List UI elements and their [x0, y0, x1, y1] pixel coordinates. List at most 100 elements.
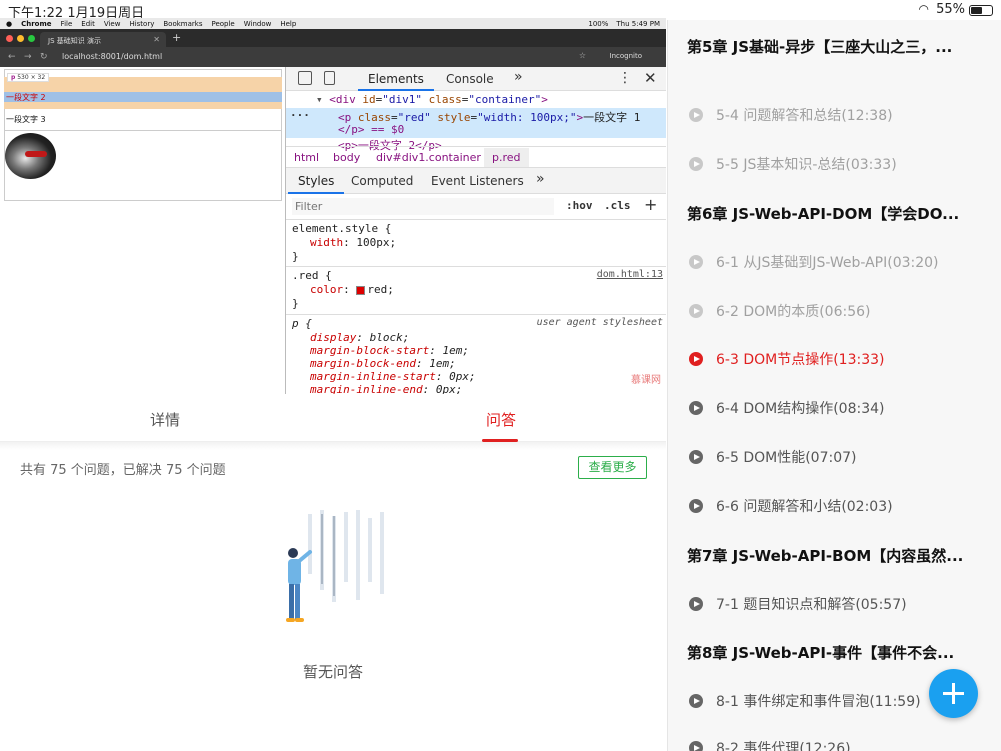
- video-player[interactable]: ● Chrome File Edit View History Bookmark…: [0, 18, 666, 394]
- forward-icon: →: [24, 52, 32, 62]
- play-icon: [689, 401, 703, 415]
- watermark-logo: 慕课网: [631, 375, 661, 386]
- menu-people: People: [211, 19, 235, 28]
- tab-detail[interactable]: 详情: [150, 409, 180, 430]
- device-toggle-icon: [324, 71, 335, 85]
- lesson-5-5[interactable]: 5-5 JS基本知识-总结(03:33): [689, 154, 897, 174]
- chapter-8-title[interactable]: 第8章 JS-Web-API-事件【事件不会...: [687, 642, 954, 663]
- crumb-html: html: [294, 151, 320, 164]
- crumb-p-red: p.red: [484, 148, 529, 167]
- lesson-8-1[interactable]: 8-1 事件绑定和事件冒泡(11:59): [689, 691, 921, 711]
- play-icon: [689, 694, 703, 708]
- close-devtools-icon: ✕: [644, 69, 657, 87]
- mac-clock: Thu 5:49 PM: [616, 19, 660, 28]
- car-image: [5, 133, 56, 179]
- play-icon: [689, 352, 703, 366]
- hover-size: 530 × 32: [17, 74, 46, 81]
- view-more-button[interactable]: 查看更多: [578, 456, 647, 479]
- battery-percent: 55%: [936, 2, 965, 17]
- rule-element-style: element.style { width: 100px; }: [286, 221, 666, 267]
- chapter-5-title[interactable]: 第5章 JS基础-异步【三座大山之三，...: [687, 36, 952, 57]
- kebab-menu-icon: ⋮: [618, 70, 632, 86]
- divider: [4, 130, 282, 131]
- close-tab-icon: ✕: [153, 35, 160, 44]
- lesson-7-1[interactable]: 7-1 题目知识点和解答(05:57): [689, 594, 907, 614]
- element-hover-label: p 530 × 32: [7, 73, 50, 82]
- rule-source-link: dom.html:13: [596, 269, 663, 280]
- new-rule-icon: +: [644, 195, 658, 214]
- styles-tabbar: Styles Computed Event Listeners »: [286, 168, 666, 194]
- chapter-6-title[interactable]: 第6章 JS-Web-API-DOM【学会DO...: [687, 203, 959, 224]
- lesson-5-4[interactable]: 5-4 问题解答和总结(12:38): [689, 105, 893, 125]
- tab-event-listeners: Event Listeners: [431, 174, 524, 188]
- dom-line-close: </p> == $0: [338, 123, 405, 136]
- mac-battery: 100%: [588, 19, 609, 28]
- close-window-icon: [6, 35, 13, 42]
- paragraph-3-text: 一段文字 3: [6, 115, 46, 124]
- menu-history: History: [129, 19, 155, 28]
- cls-toggle: .cls: [604, 199, 631, 212]
- minimize-window-icon: [17, 35, 24, 42]
- menu-bookmarks: Bookmarks: [163, 19, 203, 28]
- qa-summary: 共有 75 个问题，已解决 75 个问题: [20, 463, 226, 478]
- tab-computed: Computed: [351, 174, 414, 188]
- dom-line-div: ▾ <div id="div1" class="container">: [316, 93, 548, 106]
- address-bar: localhost:8001/dom.html: [62, 52, 163, 61]
- play-icon: [689, 741, 703, 751]
- apple-icon: ●: [6, 19, 13, 28]
- browser-toolbar: ← → ↻ localhost:8001/dom.html ☆ Incognit…: [0, 47, 666, 67]
- new-tab-icon: +: [172, 31, 182, 44]
- rule-user-agent: p { user agent stylesheet display: block…: [292, 317, 663, 394]
- devtools-tabbar: Elements Console » ⋮ ✕: [286, 67, 666, 91]
- crumb-body: body: [333, 151, 361, 164]
- more-panels-icon: »: [536, 171, 545, 187]
- tab-qa[interactable]: 问答: [486, 409, 516, 430]
- mac-menubar: ● Chrome File Edit View History Bookmark…: [0, 18, 666, 29]
- maximize-window-icon: [28, 35, 35, 42]
- reload-icon: ↻: [40, 52, 48, 62]
- rule-red: .red { dom.html:13 color: red; }: [286, 267, 666, 315]
- tab-title: JS 基础知识 演示: [48, 37, 101, 45]
- browser-tab: JS 基础知识 演示 ✕: [40, 32, 166, 47]
- menu-file: File: [60, 19, 73, 28]
- play-icon: [689, 499, 703, 513]
- back-icon: ←: [8, 52, 16, 62]
- inspect-icon: [298, 71, 312, 85]
- lesson-6-5[interactable]: 6-5 DOM性能(07:07): [689, 447, 856, 467]
- menu-edit: Edit: [81, 19, 95, 28]
- content-tabs: 详情 问答: [0, 394, 666, 442]
- play-icon: [689, 157, 703, 171]
- empty-state-illustration: [286, 510, 384, 622]
- play-icon: [689, 108, 703, 122]
- dom-tree: ··· ▾ <div id="div1" class="container"> …: [286, 92, 666, 152]
- lesson-6-4[interactable]: 6-4 DOM结构操作(08:34): [689, 398, 884, 418]
- tab-console: Console: [446, 72, 494, 86]
- dom-ellipsis-icon: ···: [290, 109, 310, 122]
- battery-icon: [969, 5, 993, 16]
- hover-tag: p: [11, 74, 16, 81]
- devtools-panel: Elements Console » ⋮ ✕ ··· ▾ <div id="di…: [285, 67, 666, 394]
- lesson-6-1[interactable]: 6-1 从JS基础到JS-Web-API(03:20): [689, 252, 939, 272]
- play-icon: [689, 255, 703, 269]
- crumb-div: div#div1.container: [376, 151, 481, 164]
- add-fab-button[interactable]: [929, 669, 978, 718]
- more-tabs-icon: »: [514, 69, 523, 85]
- bookmark-star-icon: ☆: [578, 51, 586, 60]
- browser-tabbar: JS 基础知识 演示 ✕ +: [0, 29, 666, 47]
- menu-help: Help: [280, 19, 297, 28]
- ipad-status-bar: 下午1:22 1月19日周日 ◠ 55%: [0, 0, 1001, 21]
- lesson-6-2[interactable]: 6-2 DOM的本质(06:56): [689, 301, 870, 321]
- lesson-8-2[interactable]: 8-2 事件代理(12:26): [689, 738, 851, 751]
- menu-chrome: Chrome: [21, 19, 52, 28]
- wifi-icon: ◠: [918, 2, 929, 16]
- empty-state-text: 暂无问答: [303, 663, 364, 681]
- menu-window: Window: [243, 19, 272, 28]
- lesson-6-6[interactable]: 6-6 问题解答和小结(02:03): [689, 496, 893, 516]
- play-icon: [689, 597, 703, 611]
- page-viewport: 一段文字 2 p 530 × 32 一段文字 3: [0, 67, 284, 394]
- styles-filter-input: [292, 198, 554, 215]
- chapter-7-title[interactable]: 第7章 JS-Web-API-BOM【内容虽然...: [687, 545, 963, 566]
- hov-toggle: :hov: [566, 199, 593, 212]
- lesson-6-3[interactable]: 6-3 DOM节点操作(13:33): [689, 349, 884, 369]
- tab-styles: Styles: [288, 170, 345, 194]
